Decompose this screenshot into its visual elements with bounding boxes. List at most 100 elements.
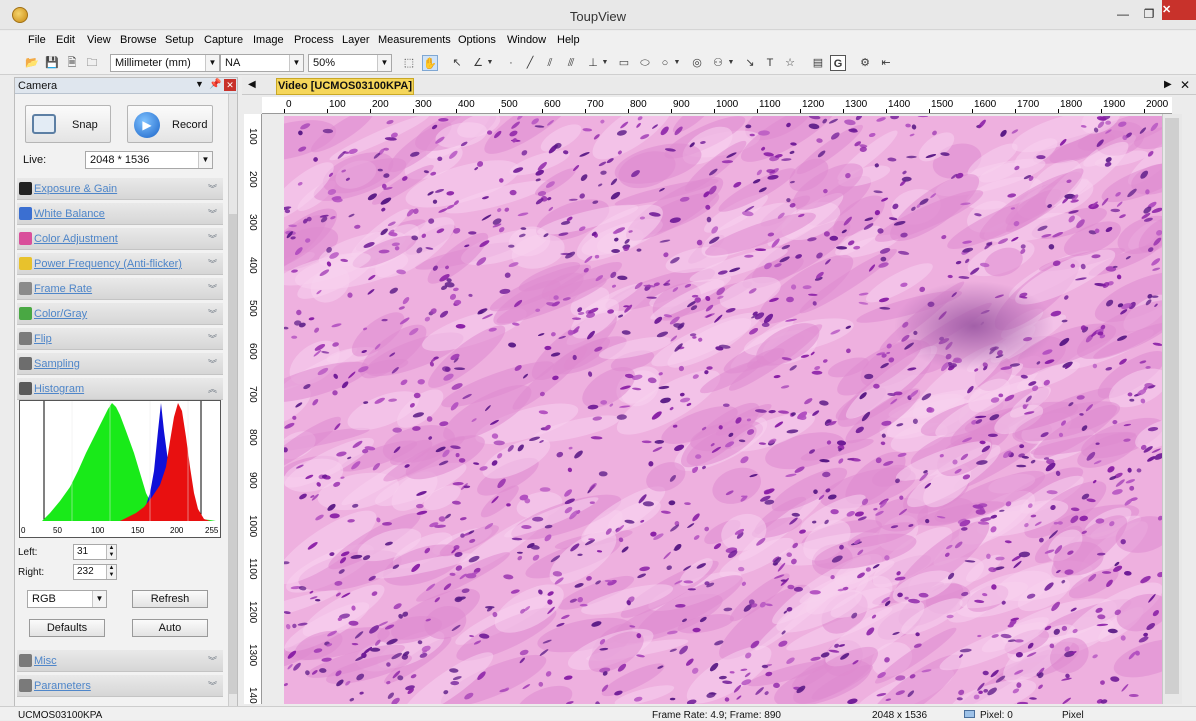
- section-sampling[interactable]: Sampling ︾: [17, 353, 223, 375]
- unit-select[interactable]: Millimeter (mm) ▼: [110, 54, 220, 72]
- folder-icon[interactable]: 🗀: [84, 55, 100, 71]
- image-scroll-thumb[interactable]: [1165, 118, 1179, 694]
- section-color-adjustment[interactable]: Color Adjustment ︾: [17, 228, 223, 250]
- close-button[interactable]: ✕: [1162, 0, 1196, 20]
- record-label: Record: [172, 119, 208, 131]
- circle-icon[interactable]: ○: [657, 55, 673, 71]
- magnification-select[interactable]: NA ▼: [220, 54, 304, 72]
- menu-layer[interactable]: Layer: [338, 33, 374, 47]
- cell-nucleus: [1014, 639, 1024, 643]
- section-misc[interactable]: Misc ︾: [17, 650, 223, 672]
- menu-help[interactable]: Help: [553, 33, 584, 47]
- point-icon[interactable]: ·: [503, 55, 519, 71]
- chevron-down-icon: ▼: [377, 55, 391, 71]
- layer-settings-icon[interactable]: ⚙: [857, 55, 873, 71]
- ruler-top-label: 1800: [1060, 99, 1083, 110]
- rectangle-icon[interactable]: ▭: [616, 55, 632, 71]
- chevron-down-icon[interactable]: ▼: [726, 55, 736, 71]
- right-spinbox[interactable]: 232 ▲ ▼: [73, 564, 117, 580]
- panel-scroll-thumb[interactable]: [229, 214, 237, 694]
- chevron-down-icon[interactable]: ▼: [600, 55, 610, 71]
- menu-measurements[interactable]: Measurements: [374, 33, 455, 47]
- star-icon[interactable]: ☆: [782, 55, 798, 71]
- menu-edit[interactable]: Edit: [52, 33, 79, 47]
- chevron-down-icon[interactable]: ▼: [485, 55, 495, 71]
- section-label: Frame Rate: [34, 283, 93, 295]
- select-rect-icon[interactable]: ⬚: [401, 55, 417, 71]
- perpendicular-icon[interactable]: ⊥: [585, 55, 601, 71]
- open-folder-icon[interactable]: 📂: [24, 55, 40, 71]
- video-image[interactable]: [284, 116, 1162, 704]
- ruler-top-label: 100: [329, 99, 346, 110]
- histogram-chart: 0 50 100 150 200 255: [19, 400, 221, 538]
- pin-icon[interactable]: 📌: [209, 79, 221, 90]
- section-frame-rate[interactable]: Frame Rate ︾: [17, 278, 223, 300]
- pan-hand-icon[interactable]: ✋: [422, 55, 438, 71]
- menu-image[interactable]: Image: [249, 33, 288, 47]
- minimize-button[interactable]: —: [1110, 6, 1136, 22]
- menu-setup[interactable]: Setup: [161, 33, 198, 47]
- spin-arrows-icon[interactable]: ▲ ▼: [106, 565, 116, 579]
- section-histogram[interactable]: Histogram ︽: [17, 378, 223, 400]
- multi-line-icon[interactable]: ⫻: [563, 55, 579, 71]
- calibration-icon[interactable]: ▤: [810, 55, 826, 71]
- text-icon[interactable]: T: [762, 55, 778, 71]
- align-icon[interactable]: ⇤: [878, 55, 894, 71]
- section-parameters[interactable]: Parameters ︾: [17, 675, 223, 697]
- two-circles-icon[interactable]: ⚇: [710, 55, 726, 71]
- panel-scrollbar[interactable]: [228, 94, 237, 706]
- menu-view[interactable]: View: [83, 33, 115, 47]
- histogram-tick: 0: [21, 526, 26, 535]
- concentric-circle-icon[interactable]: ◎: [689, 55, 705, 71]
- refresh-button[interactable]: Refresh: [132, 590, 208, 608]
- section-white-balance[interactable]: White Balance ︾: [17, 203, 223, 225]
- ruler-top-label: 1400: [888, 99, 911, 110]
- menu-file[interactable]: File: [24, 33, 50, 47]
- panel-close-icon[interactable]: ✕: [224, 79, 236, 91]
- channel-select[interactable]: RGB ▼: [27, 590, 107, 608]
- left-spinbox[interactable]: 31 ▲ ▼: [73, 544, 117, 560]
- tissue-micrograph: [284, 116, 1162, 704]
- menu-options[interactable]: Options: [454, 33, 500, 47]
- menu-window[interactable]: Window: [503, 33, 550, 47]
- chevron-down-icon[interactable]: ▼: [672, 55, 682, 71]
- menu-capture[interactable]: Capture: [200, 33, 247, 47]
- defaults-button[interactable]: Defaults: [29, 619, 105, 637]
- grid-g-icon[interactable]: G: [830, 55, 846, 71]
- section-label: Flip: [34, 333, 52, 345]
- curve-icon[interactable]: ↘: [742, 55, 758, 71]
- live-resolution-select[interactable]: 2048 * 1536 ▼: [85, 151, 213, 169]
- tab-scroll-right-icon[interactable]: ▶: [1164, 79, 1172, 90]
- auto-button[interactable]: Auto: [132, 619, 208, 637]
- menu-process[interactable]: Process: [290, 33, 338, 47]
- save-as-icon[interactable]: 🗎: [64, 55, 80, 71]
- close-document-icon[interactable]: ✕: [1180, 78, 1190, 92]
- section-exposure-gain[interactable]: Exposure & Gain ︾: [17, 178, 223, 200]
- menu-browse[interactable]: Browse: [116, 33, 161, 47]
- panel-dropdown-icon[interactable]: ▼: [195, 79, 204, 89]
- cell-nucleus: [998, 393, 1004, 398]
- section-flip[interactable]: Flip ︾: [17, 328, 223, 350]
- line-icon[interactable]: ╱: [522, 55, 538, 71]
- section-color-gray[interactable]: Color/Gray ︾: [17, 303, 223, 325]
- pointer-icon[interactable]: ↖: [449, 55, 465, 71]
- maximize-button[interactable]: ❐: [1136, 6, 1162, 22]
- zoom-select[interactable]: 50% ▼: [308, 54, 392, 72]
- ruler-left-label: 500: [247, 300, 258, 317]
- save-icon[interactable]: 💾: [44, 55, 60, 71]
- snap-button[interactable]: Snap: [25, 105, 111, 143]
- parallel-lines-icon[interactable]: ⫽: [542, 55, 558, 71]
- tab-scroll-left-icon[interactable]: ◀: [248, 79, 256, 90]
- ruler-top-label: 1300: [845, 99, 868, 110]
- spin-arrows-icon[interactable]: ▲ ▼: [106, 545, 116, 559]
- tab-video[interactable]: Video [UCMOS03100KPA]: [276, 78, 414, 95]
- ruler-tick: [327, 109, 328, 113]
- cell-nucleus: [687, 588, 696, 591]
- ellipse-icon[interactable]: ⬭: [637, 55, 653, 71]
- cell-nucleus: [761, 322, 770, 327]
- cell-nucleus: [809, 590, 821, 595]
- record-button[interactable]: ▶ Record: [127, 105, 213, 143]
- angle-icon[interactable]: ∠: [470, 55, 486, 71]
- section-power-frequency-anti-flicker[interactable]: Power Frequency (Anti-flicker) ︾: [17, 253, 223, 275]
- image-vertical-scrollbar[interactable]: [1162, 114, 1182, 704]
